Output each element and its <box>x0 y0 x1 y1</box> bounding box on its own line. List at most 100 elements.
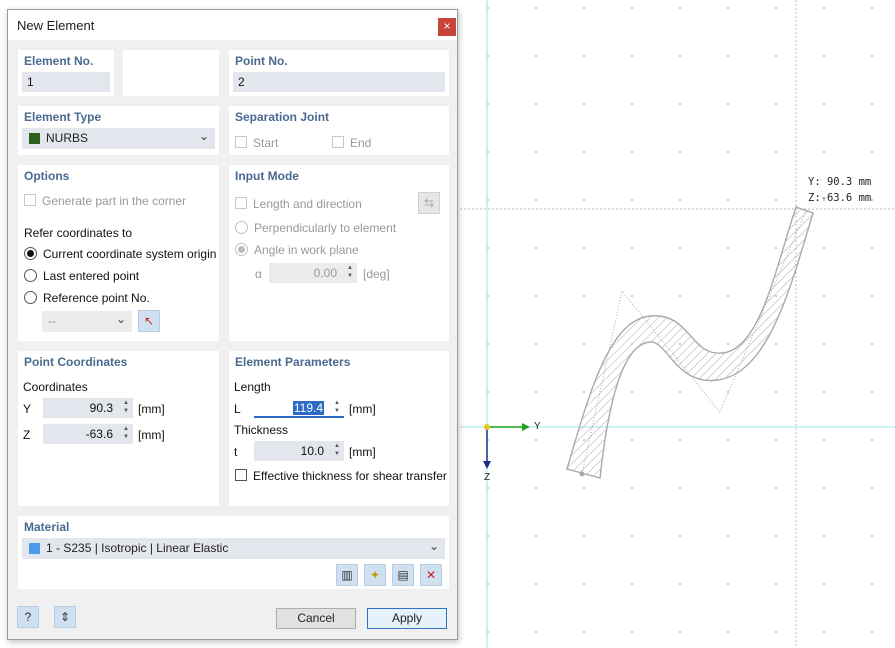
material-library-button[interactable]: ▥ <box>336 564 358 586</box>
refer-coordinates-label: Refer coordinates to <box>24 226 133 240</box>
spin-arrows-icon: ▲ ▼ <box>123 400 129 414</box>
start-checkbox[interactable] <box>235 136 247 148</box>
thickness-value: 10.0 <box>300 444 324 458</box>
dialog-title: New Element <box>17 18 95 33</box>
end-checkbox[interactable] <box>332 136 344 148</box>
effective-thickness-checkbox[interactable] <box>235 469 247 481</box>
radio-perpendicular[interactable] <box>235 221 248 234</box>
l-label: L <box>234 402 241 416</box>
element-no-label: Element No. <box>24 54 94 68</box>
alpha-label: α <box>255 267 262 281</box>
alpha-input[interactable]: 0.00 ▲ ▼ <box>269 263 357 283</box>
length-direction-checkbox[interactable] <box>235 197 247 209</box>
z-unit: [mm] <box>138 428 165 442</box>
help-button[interactable]: ? <box>17 606 39 628</box>
radio-last-point-label: Last entered point <box>43 269 140 283</box>
dialog-titlebar[interactable]: New Element × <box>8 10 457 40</box>
material-select[interactable]: 1 - S235 | Isotropic | Linear Elastic ⌄ <box>22 538 445 559</box>
axis-z-label: Z <box>484 472 491 483</box>
dock-button[interactable]: ⇕ <box>54 606 76 628</box>
point-no-field[interactable]: 2 <box>233 72 445 92</box>
new-element-dialog: New Element × Element No. 1 Point No. 2 … <box>7 9 458 640</box>
new-material-button[interactable]: ✦ <box>364 564 386 586</box>
material-value: 1 - S235 | Isotropic | Linear Elastic <box>46 541 229 555</box>
input-mode-label: Input Mode <box>235 169 299 183</box>
cancel-button[interactable]: Cancel <box>276 608 356 629</box>
material-color-swatch <box>29 543 40 554</box>
new-item-icon: ✦ <box>369 568 381 582</box>
point-coordinates-label: Point Coordinates <box>24 355 128 369</box>
element-type-value: NURBS <box>46 131 89 145</box>
radio-perpendicular-label: Perpendicularly to element <box>254 221 397 235</box>
element-no-panel: Element No. 1 <box>18 50 114 96</box>
reference-point-value: -- <box>48 314 56 328</box>
spin-arrows-icon: ▲ ▼ <box>123 426 129 440</box>
reference-point-select[interactable]: -- ⌄ <box>42 311 132 332</box>
blank-panel <box>123 50 219 96</box>
swap-icon: ⇆ <box>423 196 435 210</box>
element-no-field[interactable]: 1 <box>22 72 110 92</box>
element-type-panel: Element Type NURBS ⌄ <box>18 106 219 155</box>
delete-icon: ✕ <box>425 568 437 582</box>
coordinates-label: Coordinates <box>23 380 88 394</box>
radio-angle-plane-label: Angle in work plane <box>254 243 359 257</box>
z-label: Z <box>23 428 31 442</box>
book-icon: ▥ <box>341 568 353 582</box>
element-type-select[interactable]: NURBS ⌄ <box>22 128 215 149</box>
pick-cursor-icon: ↖ <box>143 314 155 328</box>
readout-y: Y: 90.3 mm <box>808 176 872 188</box>
chevron-down-icon: ⌄ <box>198 129 209 143</box>
separation-joint-panel: Separation Joint Start End <box>229 106 449 155</box>
edit-icon: ▤ <box>397 568 409 582</box>
pick-point-button[interactable]: ↖ <box>138 310 160 332</box>
spin-arrows-icon: ▲ ▼ <box>334 400 340 414</box>
help-icon: ? <box>24 610 32 624</box>
input-mode-panel: Input Mode Length and direction ⇆ Perpen… <box>229 165 449 341</box>
alpha-unit: [deg] <box>363 267 390 281</box>
options-label: Options <box>24 169 70 183</box>
delete-material-button[interactable]: ✕ <box>420 564 442 586</box>
material-panel: Material 1 - S235 | Isotropic | Linear E… <box>18 516 449 589</box>
generate-part-checkbox[interactable] <box>24 194 36 206</box>
length-direction-label: Length and direction <box>253 197 362 211</box>
effective-thickness-label: Effective thickness for shear transfer <box>253 469 447 483</box>
alpha-value: 0.00 <box>313 266 337 280</box>
z-coordinate-input[interactable]: -63.6 ▲ ▼ <box>43 424 133 444</box>
radio-current-origin[interactable] <box>24 247 37 260</box>
material-label: Material <box>24 520 70 534</box>
close-button[interactable]: × <box>438 18 456 36</box>
element-type-label: Element Type <box>24 110 102 124</box>
chevron-down-icon: ⌄ <box>428 539 439 553</box>
radio-angle-plane[interactable] <box>235 243 248 256</box>
l-unit: [mm] <box>349 402 376 416</box>
edit-material-button[interactable]: ▤ <box>392 564 414 586</box>
radio-reference-point-label: Reference point No. <box>43 291 150 305</box>
point-no-panel: Point No. 2 <box>229 50 449 96</box>
radio-last-point[interactable] <box>24 269 37 282</box>
radio-reference-point[interactable] <box>24 291 37 304</box>
nurbs-color-swatch <box>29 133 40 144</box>
generate-part-label: Generate part in the corner <box>42 194 187 208</box>
apply-button[interactable]: Apply <box>367 608 447 629</box>
thickness-input[interactable]: 10.0 ▲ ▼ <box>254 441 344 461</box>
length-label: Length <box>234 380 271 394</box>
end-label: End <box>350 136 372 150</box>
z-value: -63.6 <box>85 427 113 441</box>
swap-direction-button[interactable]: ⇆ <box>418 192 440 214</box>
spin-arrows-icon: ▲ ▼ <box>347 265 353 279</box>
t-label: t <box>234 445 238 459</box>
chevron-down-icon: ⌄ <box>115 312 126 326</box>
separation-joint-label: Separation Joint <box>235 110 330 124</box>
y-coordinate-input[interactable]: 90.3 ▲ ▼ <box>43 398 133 418</box>
thickness-label: Thickness <box>234 423 289 437</box>
readout-z: Z:-63.6 mm <box>808 192 872 204</box>
length-input[interactable]: 119.4 ▲ ▼ <box>254 398 344 418</box>
radio-current-origin-label: Current coordinate system origin <box>43 247 217 261</box>
coordinate-readout: Y: 90.3 mm Z:-63.6 mm <box>808 174 871 206</box>
dock-icon: ⇕ <box>59 610 71 624</box>
y-value: 90.3 <box>89 401 113 415</box>
point-coordinates-panel: Point Coordinates Coordinates Y 90.3 ▲ ▼ … <box>18 351 219 506</box>
t-unit: [mm] <box>349 445 376 459</box>
y-unit: [mm] <box>138 402 165 416</box>
options-panel: Options Generate part in the corner Refe… <box>18 165 219 341</box>
